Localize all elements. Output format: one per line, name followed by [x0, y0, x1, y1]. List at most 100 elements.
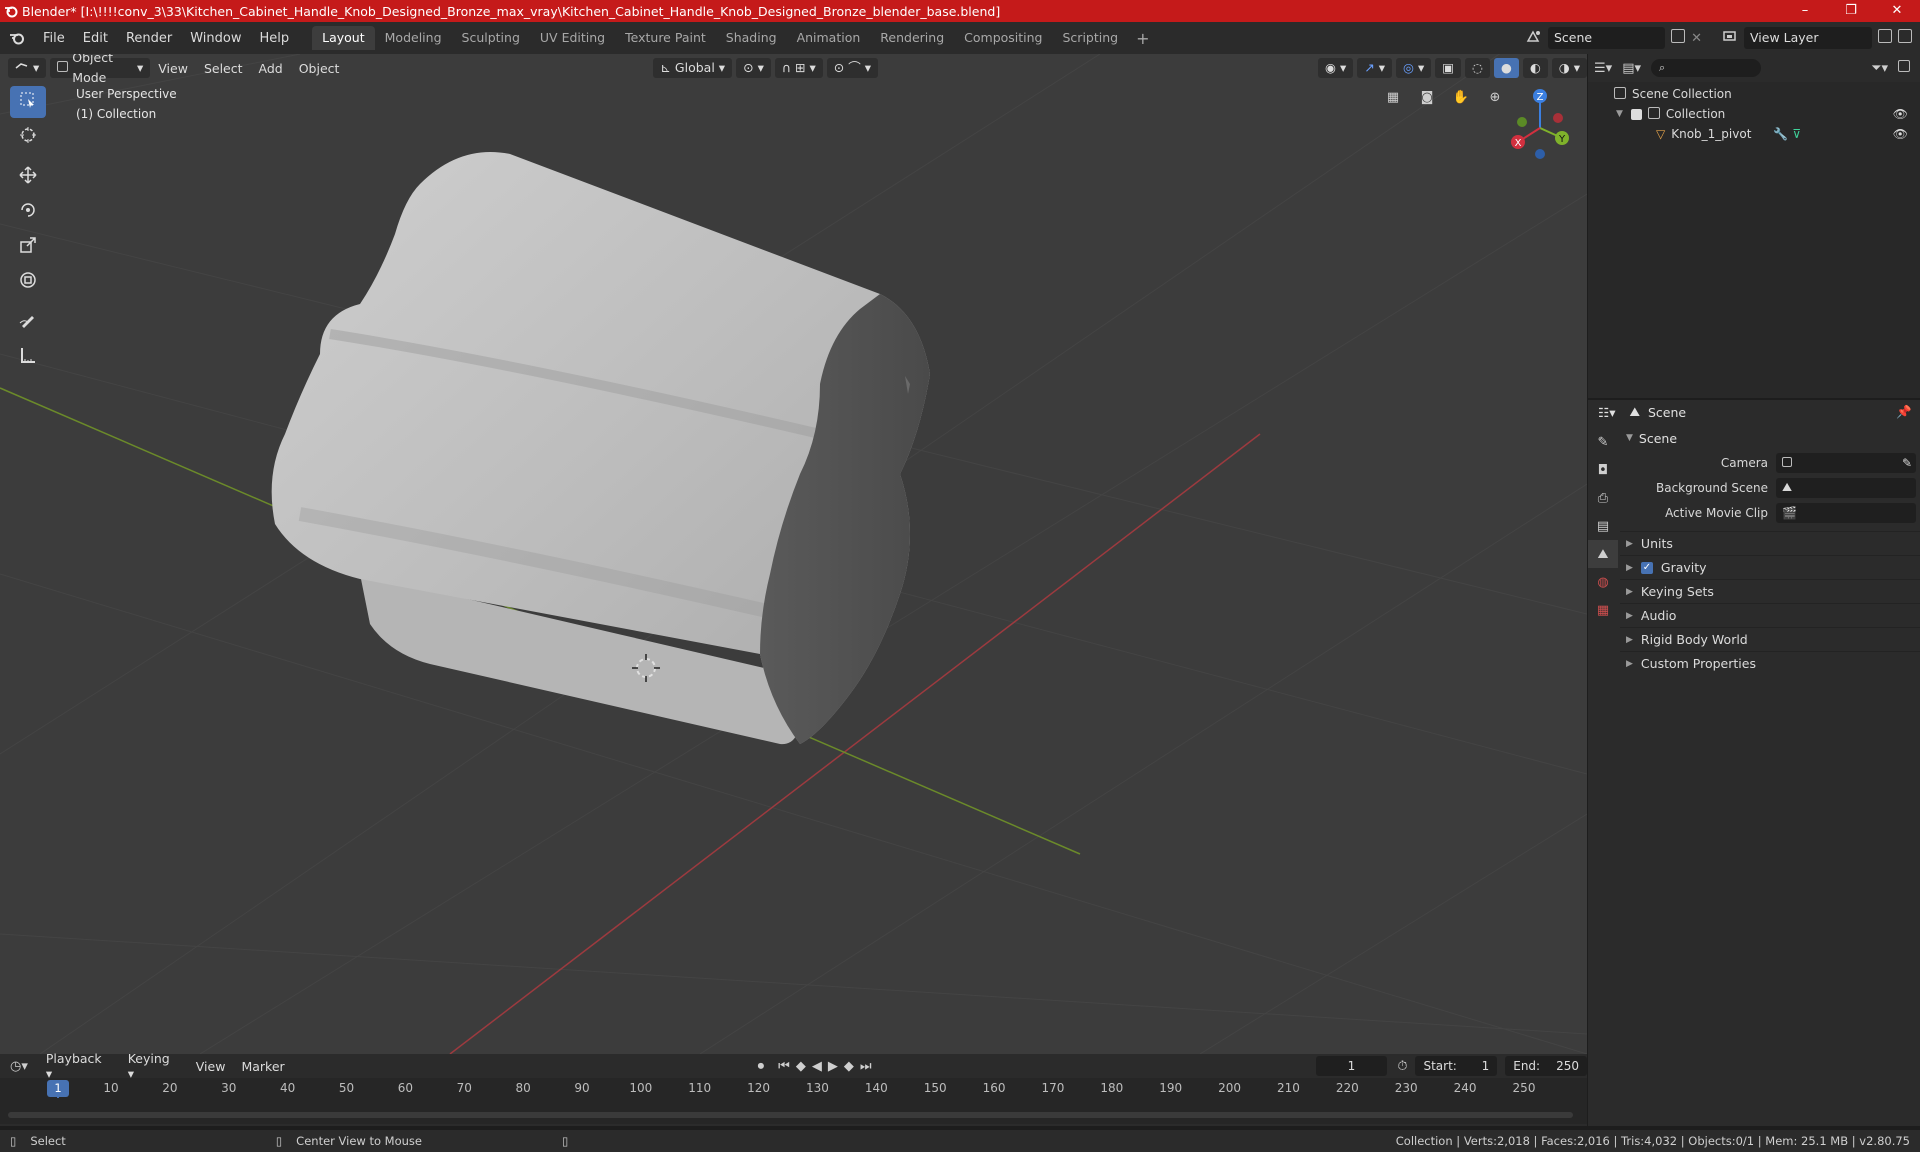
scene-selector[interactable]: Scene ✕: [1526, 26, 1702, 50]
gravity-panel[interactable]: ▶ ✓ Gravity: [1620, 555, 1920, 579]
outliner-editor-icon[interactable]: ☰▾: [1594, 61, 1612, 76]
timeline-editor-icon[interactable]: ◷▾: [10, 1059, 28, 1074]
filter-icon[interactable]: ⏷▾: [1871, 61, 1888, 76]
new-scene-icon[interactable]: [1671, 29, 1686, 47]
tab-compositing[interactable]: Compositing: [954, 26, 1052, 50]
menu-help[interactable]: Help: [251, 31, 299, 46]
background-scene-field[interactable]: ⛰: [1776, 477, 1916, 498]
3d-viewport[interactable]: ▾ Object Mode ▾ View Select Add Object ⊾…: [0, 54, 1587, 1054]
maximize-button[interactable]: ❐: [1828, 0, 1874, 22]
include-checkbox[interactable]: [1630, 108, 1642, 120]
stopwatch-icon[interactable]: ⏱: [1397, 1059, 1407, 1074]
keying-sets-panel[interactable]: ▶ Keying Sets: [1620, 579, 1920, 603]
camera-field[interactable]: ✎: [1776, 452, 1916, 473]
tab-uv-editing[interactable]: UV Editing: [530, 26, 615, 50]
menu-window[interactable]: Window: [181, 31, 250, 46]
pin-icon[interactable]: 📌: [1896, 404, 1912, 420]
tab-animation[interactable]: Animation: [787, 26, 871, 50]
jump-keyframe-forward-button[interactable]: ◆: [844, 1059, 854, 1074]
camera-view-toggle[interactable]: ◙: [1414, 84, 1440, 110]
scene-panel-header[interactable]: ▼ Scene: [1620, 426, 1920, 450]
proportional-editing-button[interactable]: ⊙ ⌒ ▾: [826, 58, 879, 78]
tab-modeling[interactable]: Modeling: [375, 26, 452, 50]
tab-scripting[interactable]: Scripting: [1053, 26, 1129, 50]
tool-settings-tab[interactable]: ✎: [1588, 428, 1618, 456]
current-frame-field[interactable]: 1: [1315, 1056, 1388, 1076]
outliner-search-input[interactable]: ⌕: [1651, 59, 1761, 77]
neg-z-handle[interactable]: [1535, 149, 1545, 159]
shading-material-button[interactable]: ◐: [1522, 58, 1548, 78]
timeline-menu-view[interactable]: View: [188, 1059, 234, 1074]
end-frame-field[interactable]: End: 250: [1505, 1056, 1588, 1076]
collection-visibility-eye-icon[interactable]: 👁: [1893, 107, 1908, 121]
viewport-menu-view[interactable]: View: [150, 61, 196, 76]
rigid-body-world-panel[interactable]: ▶ Rigid Body World: [1620, 627, 1920, 651]
overlays-button[interactable]: ◎ ▾: [1396, 58, 1432, 78]
object-visibility-eye-icon[interactable]: 👁: [1893, 127, 1908, 141]
annotate-tool[interactable]: [10, 306, 46, 338]
jump-keyframe-back-button[interactable]: ◆: [796, 1059, 806, 1074]
grid-view-toggle[interactable]: ▦: [1380, 84, 1406, 110]
outliner-scene-collection[interactable]: Scene Collection: [1588, 84, 1920, 104]
render-tab[interactable]: ◘: [1588, 456, 1618, 484]
output-tab[interactable]: ⎙: [1588, 484, 1618, 512]
neg-x-handle[interactable]: [1553, 113, 1563, 123]
transform-tool[interactable]: [10, 266, 46, 298]
record-button[interactable]: ⏺: [758, 1059, 765, 1074]
scale-tool[interactable]: [10, 231, 46, 263]
timeline-scrollbar[interactable]: [8, 1112, 1573, 1118]
new-view-layer-icon[interactable]: [1878, 29, 1892, 47]
xray-toggle-button[interactable]: ▣: [1435, 58, 1462, 78]
timeline-menu-marker[interactable]: Marker: [233, 1059, 292, 1074]
play-button[interactable]: ▶: [828, 1059, 838, 1074]
snap-button[interactable]: ∩ ⊞ ▾: [774, 58, 823, 78]
close-button[interactable]: ✕: [1874, 0, 1920, 22]
select-box-tool[interactable]: [10, 86, 46, 118]
texture-tab[interactable]: ▦: [1588, 596, 1618, 624]
transform-orientation-selector[interactable]: ⊾ Global ▾: [653, 58, 733, 78]
outliner-object-row[interactable]: ▽ Knob_1_pivot 🔧 ⊽ 👁: [1588, 124, 1920, 144]
shading-solid-button[interactable]: ●: [1493, 58, 1519, 78]
modifier-wrench-icon[interactable]: 🔧: [1773, 127, 1788, 141]
view-layer-name-field[interactable]: View Layer: [1744, 27, 1872, 49]
eyedropper-icon[interactable]: ✎: [1902, 456, 1912, 470]
pivot-point-button[interactable]: ⊙ ▾: [736, 58, 771, 78]
timeline-track[interactable]: [0, 1098, 1587, 1124]
menu-file[interactable]: File: [34, 31, 74, 46]
editor-type-button[interactable]: ▾: [8, 58, 47, 78]
scene-name-field[interactable]: Scene: [1548, 27, 1666, 49]
mode-selector[interactable]: Object Mode ▾: [50, 54, 151, 85]
jump-end-button[interactable]: ⏭: [860, 1059, 872, 1074]
collapse-triangle-icon[interactable]: ▼: [1616, 109, 1623, 119]
scene-tab[interactable]: ⛰: [1588, 540, 1618, 568]
tab-layout[interactable]: Layout: [312, 26, 375, 50]
gravity-checkbox[interactable]: ✓: [1640, 561, 1653, 574]
shading-rendered-button[interactable]: ◑ ▾: [1551, 58, 1587, 78]
tab-rendering[interactable]: Rendering: [870, 26, 954, 50]
shading-wireframe-button[interactable]: ◌: [1465, 58, 1490, 78]
timeline-ruler[interactable]: 1 10 20 30 40 50 60 70 80 90 100 110 120 130 140 150 160…: [0, 1078, 1587, 1123]
view-layer-tab[interactable]: ▤: [1588, 512, 1618, 540]
menu-render[interactable]: Render: [117, 31, 181, 46]
timeline-menu-keying[interactable]: Keying ▾: [120, 1051, 188, 1081]
neg-y-handle[interactable]: [1517, 117, 1527, 127]
view-layer-selector[interactable]: View Layer: [1722, 26, 1912, 50]
measure-tool[interactable]: [10, 341, 46, 373]
menu-edit[interactable]: Edit: [74, 31, 117, 46]
viewport-menu-add[interactable]: Add: [251, 61, 291, 76]
navigation-gizmo[interactable]: Z Y X: [1500, 84, 1580, 164]
outliner-collection-row[interactable]: ▼ Collection 👁: [1588, 104, 1920, 124]
viewport-menu-object[interactable]: Object: [291, 61, 348, 76]
display-mode-icon[interactable]: ▤▾: [1622, 61, 1641, 76]
world-tab[interactable]: ◍: [1588, 568, 1618, 596]
audio-panel[interactable]: ▶ Audio: [1620, 603, 1920, 627]
jump-start-button[interactable]: ⏮: [778, 1059, 790, 1074]
start-frame-field[interactable]: Start: 1: [1415, 1056, 1498, 1076]
cursor-tool[interactable]: [10, 121, 46, 153]
viewport-menu-select[interactable]: Select: [196, 61, 251, 76]
properties-editor-icon[interactable]: ☷▾: [1598, 405, 1615, 420]
tab-texture-paint[interactable]: Texture Paint: [615, 26, 716, 50]
tab-sculpting[interactable]: Sculpting: [452, 26, 530, 50]
custom-properties-panel[interactable]: ▶ Custom Properties: [1620, 651, 1920, 675]
knob-mesh[interactable]: [271, 152, 931, 745]
